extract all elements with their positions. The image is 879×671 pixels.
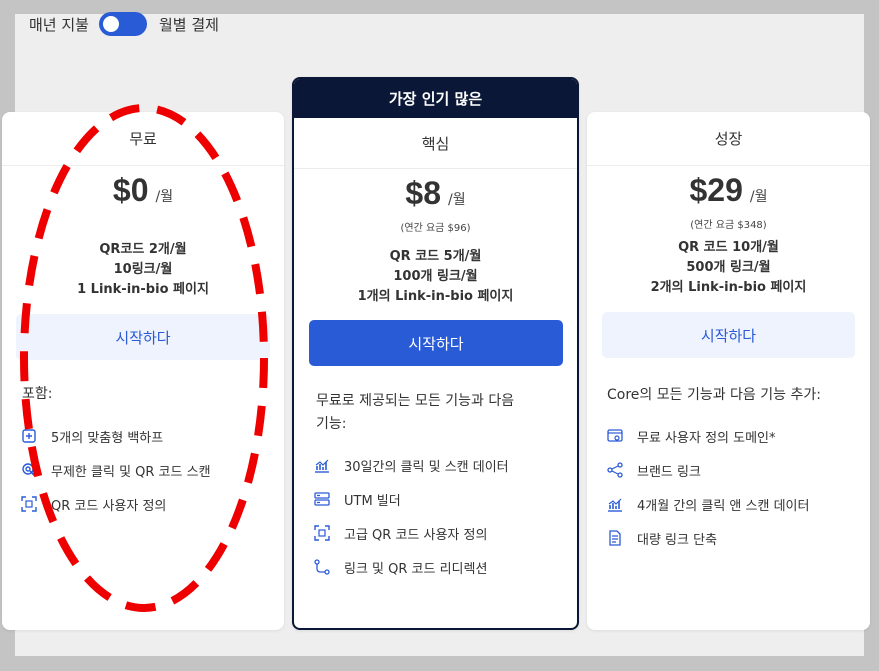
feature-item: 대량 링크 단축 [607, 521, 870, 555]
limit-bio: 2개의 Link-in-bio 페이지 [650, 280, 807, 295]
annual-price [2, 216, 284, 234]
plan-limits: QR 코드 5개/월 100개 링크/월 1개의 Link-in-bio 페이지 [294, 247, 577, 307]
start-button-core[interactable]: 시작하다 [309, 320, 563, 366]
limit-links: 500개 링크/월 [686, 260, 771, 275]
bulk-shorten-icon [609, 530, 621, 546]
plan-price: $0 [112, 172, 149, 208]
click-icon [22, 463, 36, 477]
feature-item: UTM 빌더 [314, 482, 577, 516]
feature-item: QR 코드 사용자 정의 [21, 487, 284, 521]
feature-item: 4개월 간의 클릭 앤 스캔 데이터 [607, 487, 870, 521]
plan-name: 무료 [2, 112, 284, 166]
link-icon [22, 429, 36, 443]
qr-code-icon [21, 496, 37, 512]
plan-name: 핵심 [294, 118, 577, 169]
feature-list: 30일간의 클릭 및 스캔 데이터 UTM 빌더 고급 QR 코드 사용자 정의… [314, 448, 577, 584]
feature-item: 브랜드 링크 [607, 453, 870, 487]
feature-item: 링크 및 QR 코드 리디렉션 [314, 550, 577, 584]
price-row: $8 /월 [294, 175, 577, 221]
plan-card-free: 무료 $0 /월 QR코드 2개/월 10링크/월 1 Link-in-bio … [2, 112, 284, 630]
plan-price: $8 [405, 175, 441, 211]
feature-item: 30일간의 클릭 및 스캔 데이터 [314, 448, 577, 482]
plan-limits: QR코드 2개/월 10링크/월 1 Link-in-bio 페이지 [2, 240, 284, 300]
billing-toggle-row: 매년 지불 월별 결제 [29, 11, 219, 37]
start-button-free[interactable]: 시작하다 [16, 314, 270, 360]
price-period: /월 [749, 189, 768, 205]
annual-billing-label[interactable]: 매년 지불 [29, 14, 89, 35]
limit-links: 10링크/월 [113, 262, 173, 277]
price-row: $0 /월 [2, 172, 284, 218]
plan-limits: QR 코드 10개/월 500개 링크/월 2개의 Link-in-bio 페이… [587, 238, 870, 298]
plan-price: $29 [689, 172, 743, 208]
feature-list: 무료 사용자 정의 도메인* 브랜드 링크 4개월 간의 클릭 앤 스캔 데이터… [607, 419, 870, 555]
annual-price: (연간 요금 $96) [400, 223, 471, 234]
limit-links: 100개 링크/월 [393, 269, 478, 284]
analytics-chart-icon [315, 459, 329, 473]
feature-item: 무료 사용자 정의 도메인* [607, 419, 870, 453]
limit-qr: QR 코드 5개/월 [389, 249, 482, 264]
limit-qr: QR 코드 10개/월 [678, 240, 779, 255]
plan-name: 성장 [587, 112, 870, 166]
annual-price: (연간 요금 $348) [690, 220, 767, 231]
limit-bio: 1개의 Link-in-bio 페이지 [357, 289, 514, 304]
price-period: /월 [155, 189, 174, 205]
analytics-chart-icon [608, 498, 622, 512]
toggle-knob [102, 16, 119, 32]
feature-item: 고급 QR 코드 사용자 정의 [314, 516, 577, 550]
plan-card-growth: 성장 $29 /월 (연간 요금 $348) QR 코드 10개/월 500개 … [587, 112, 870, 630]
plan-card-core: 가장 인기 많은 핵심 $8 /월 (연간 요금 $96) QR 코드 5개/월… [292, 77, 579, 630]
feature-item: 5개의 맞춤형 백하프 [21, 419, 284, 453]
price-period: /월 [447, 192, 466, 208]
start-button-growth[interactable]: 시작하다 [602, 312, 855, 358]
billing-toggle[interactable] [98, 12, 147, 36]
includes-title: 포함: [22, 386, 53, 402]
qr-code-icon [314, 525, 330, 541]
redirect-icon [314, 559, 330, 575]
includes-title: Core의 모든 기능과 다음 기능 추가: [607, 387, 821, 403]
price-row: $29 /월 [587, 172, 870, 218]
includes-title: 무료로 제공되는 모든 기능과 다음 기능: [316, 393, 515, 432]
monthly-billing-label[interactable]: 월별 결제 [159, 14, 219, 35]
most-popular-badge: 가장 인기 많은 [294, 79, 577, 118]
feature-list: 5개의 맞춤형 백하프 무제한 클릭 및 QR 코드 스캔 QR 코드 사용자 … [21, 419, 284, 521]
limit-qr: QR코드 2개/월 [99, 242, 187, 257]
limit-bio: 1 Link-in-bio 페이지 [77, 282, 209, 297]
utm-builder-icon [314, 492, 330, 506]
custom-domain-icon [607, 429, 623, 442]
share-icon [607, 462, 623, 478]
feature-item: 무제한 클릭 및 QR 코드 스캔 [21, 453, 284, 487]
